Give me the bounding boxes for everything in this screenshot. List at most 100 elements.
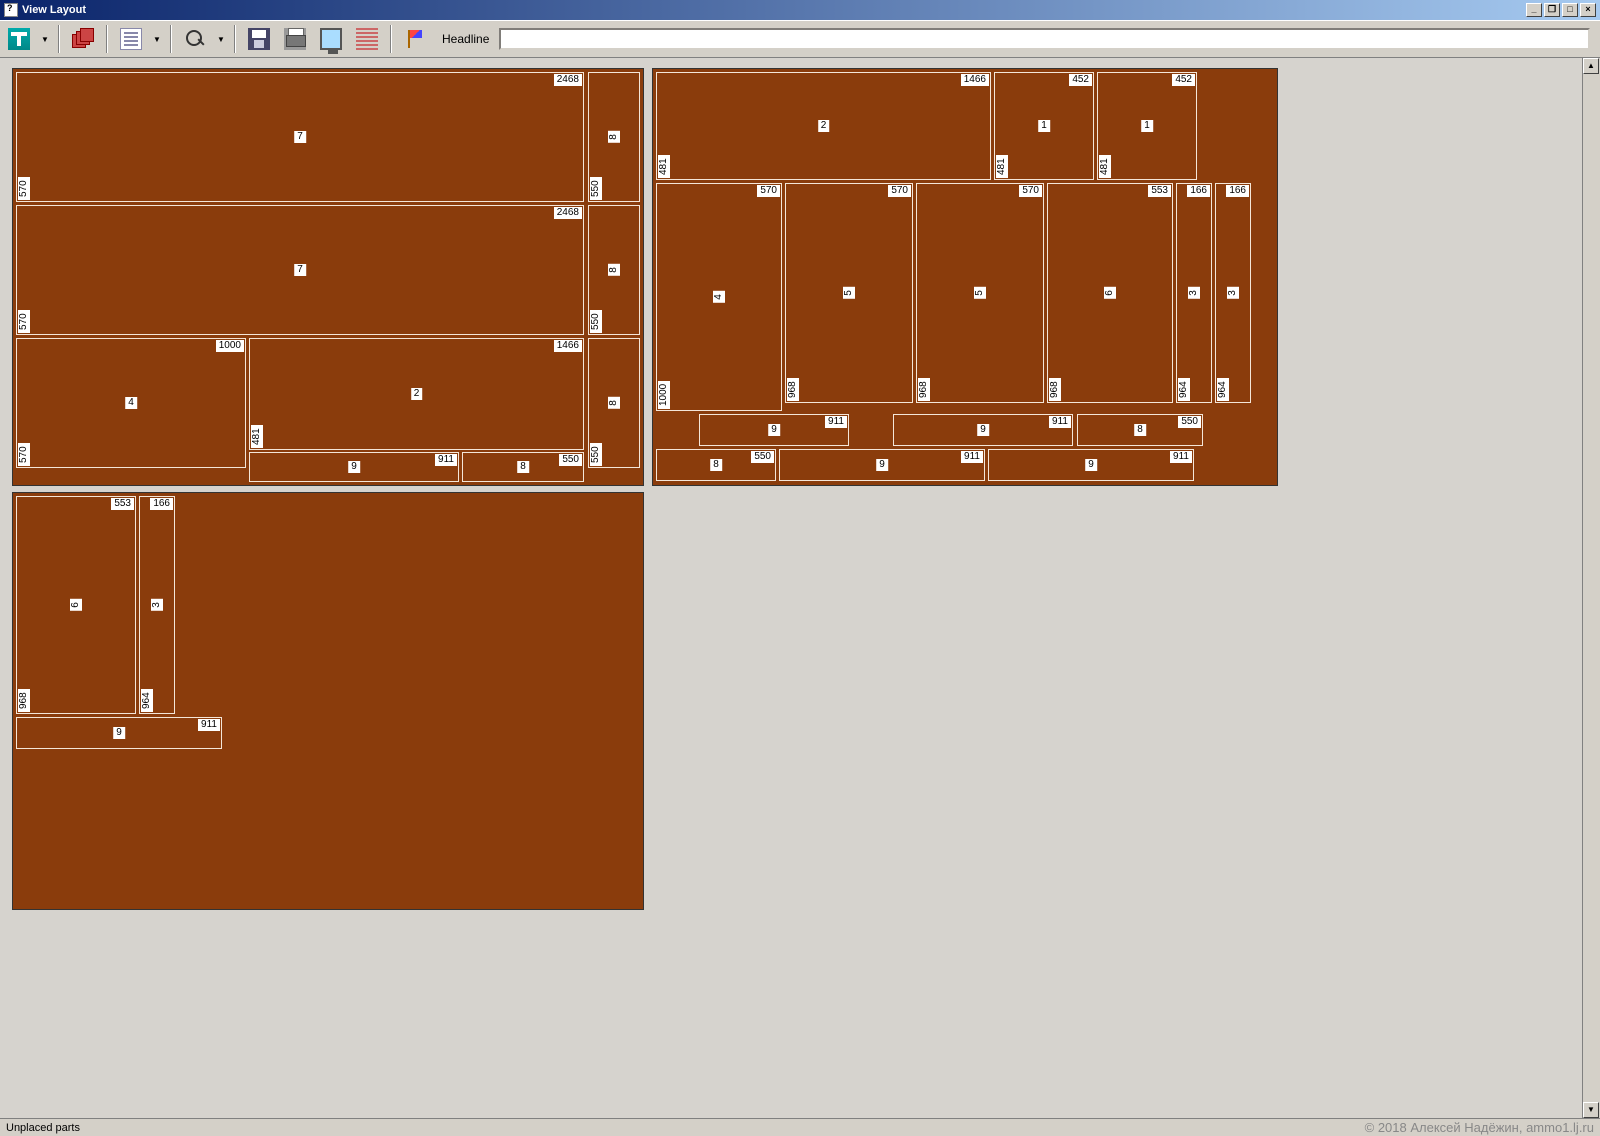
restore-button[interactable]: ❐: [1544, 3, 1560, 17]
piece-id-label: 7: [294, 131, 306, 143]
piece-width-label: 166: [150, 498, 173, 510]
piece[interactable]: 5508: [588, 72, 640, 202]
headline-label: Headline: [442, 32, 489, 46]
stack-button[interactable]: [68, 24, 98, 54]
piece[interactable]: 1000 570 4: [16, 338, 246, 468]
piece[interactable]: 14664812: [656, 72, 991, 180]
piece-id-label: 2: [411, 388, 423, 400]
piece-width-label: 570: [888, 185, 911, 197]
minimize-button[interactable]: _: [1526, 3, 1542, 17]
piece[interactable]: 14664812: [249, 338, 584, 450]
piece-width-label: 550: [751, 451, 774, 463]
piece[interactable]: 5539686: [1047, 183, 1173, 403]
piece-id-label: 9: [1085, 459, 1097, 471]
piece-id-label: 9: [876, 459, 888, 471]
piece[interactable]: 1669643: [1215, 183, 1251, 403]
piece-id-label: 9: [768, 424, 780, 436]
close-button[interactable]: ×: [1580, 3, 1596, 17]
piece-width-label: 166: [1226, 185, 1249, 197]
piece-id-label: 7: [294, 264, 306, 276]
piece[interactable]: 24685707: [16, 72, 584, 202]
layout-canvas[interactable]: 2468570755082468570755081000570414664812…: [0, 58, 1582, 1118]
document-icon: [120, 28, 142, 50]
sheet[interactable]: 2468570755082468570755081000570414664812…: [12, 68, 644, 486]
print-button[interactable]: [280, 24, 310, 54]
headline-input[interactable]: [499, 28, 1590, 50]
piece-height-label: 1000: [658, 381, 670, 409]
monitor-button[interactable]: [316, 24, 346, 54]
piece[interactable]: 5508: [462, 452, 584, 482]
document-dropdown[interactable]: ▼: [152, 35, 162, 44]
piece-id-label: 6: [1104, 287, 1116, 299]
piece-id-label: 9: [348, 461, 360, 473]
window-title: View Layout: [22, 4, 86, 16]
piece[interactable]: 911 9: [699, 414, 849, 446]
zoom-dropdown[interactable]: ▼: [216, 35, 226, 44]
piece-width-label: 166: [1187, 185, 1210, 197]
maximize-button[interactable]: □: [1562, 3, 1578, 17]
piece[interactable]: 4524811: [994, 72, 1094, 180]
piece-height-label: 570: [18, 310, 30, 333]
vertical-scrollbar[interactable]: ▲ ▼: [1582, 58, 1600, 1118]
separator: [234, 25, 236, 53]
piece-height-label: 570: [18, 443, 30, 466]
piece-id-label: 9: [977, 424, 989, 436]
piece[interactable]: 5508: [588, 205, 640, 335]
piece-width-label: 911: [198, 719, 220, 731]
app-icon: [4, 3, 18, 17]
scroll-up-button[interactable]: ▲: [1583, 58, 1599, 74]
piece-width-label: 553: [111, 498, 134, 510]
tool-t-button[interactable]: [4, 24, 34, 54]
piece[interactable]: 1669643: [1176, 183, 1212, 403]
piece-id-label: 4: [125, 397, 137, 409]
piece[interactable]: 5709685: [916, 183, 1044, 403]
piece-width-label: 452: [1069, 74, 1092, 86]
piece[interactable]: 57010004: [656, 183, 782, 411]
piece[interactable]: 911 9: [779, 449, 985, 481]
piece[interactable]: 9119: [16, 717, 222, 749]
piece-width-label: 911: [435, 454, 457, 466]
t-icon: [8, 28, 30, 50]
piece[interactable]: 4524811: [1097, 72, 1197, 180]
piece-id-label: 1: [1038, 120, 1050, 132]
printer-icon: [284, 28, 306, 50]
grid-icon: [356, 28, 378, 50]
piece[interactable]: 911 9: [893, 414, 1073, 446]
status-text: Unplaced parts: [6, 1122, 80, 1134]
piece[interactable]: 570 968 5: [785, 183, 913, 403]
piece[interactable]: 5508: [1077, 414, 1203, 446]
save-button[interactable]: [244, 24, 274, 54]
piece-height-label: 964: [1217, 378, 1229, 401]
piece-width-label: 911: [961, 451, 983, 463]
sheet[interactable]: 1466481245248114524811570100045709685570…: [652, 68, 1278, 486]
piece-id-label: 3: [151, 599, 163, 611]
piece-width-label: 911: [825, 416, 847, 428]
piece-width-label: 1000: [216, 340, 244, 352]
scroll-down-button[interactable]: ▼: [1583, 1102, 1599, 1118]
separator: [170, 25, 172, 53]
piece-height-label: 550: [590, 443, 602, 466]
piece-height-label: 481: [251, 425, 263, 448]
piece[interactable]: 5539686: [16, 496, 136, 714]
sheet[interactable]: 553968616696439119: [12, 492, 644, 910]
piece[interactable]: 5508: [656, 449, 776, 481]
piece-width-label: 911: [1049, 416, 1071, 428]
toolbar: ▼ ▼ ▼ Headline: [0, 20, 1600, 58]
piece-id-label: 8: [608, 397, 620, 409]
tool-t-dropdown[interactable]: ▼: [40, 35, 50, 44]
piece[interactable]: 24685707: [16, 205, 584, 335]
piece-width-label: 2468: [554, 74, 582, 86]
piece-id-label: 6: [70, 599, 82, 611]
piece[interactable]: 911 9: [249, 452, 459, 482]
stack-icon: [72, 28, 94, 50]
piece[interactable]: 1669643: [139, 496, 175, 714]
piece[interactable]: 9119: [988, 449, 1194, 481]
document-button[interactable]: [116, 24, 146, 54]
piece[interactable]: 550 8: [588, 338, 640, 468]
flag-button[interactable]: [400, 24, 430, 54]
piece-height-label: 968: [787, 378, 799, 401]
zoom-button[interactable]: [180, 24, 210, 54]
title-bar: View Layout _ ❐ □ ×: [0, 0, 1600, 20]
grid-button[interactable]: [352, 24, 382, 54]
piece-id-label: 5: [843, 287, 855, 299]
